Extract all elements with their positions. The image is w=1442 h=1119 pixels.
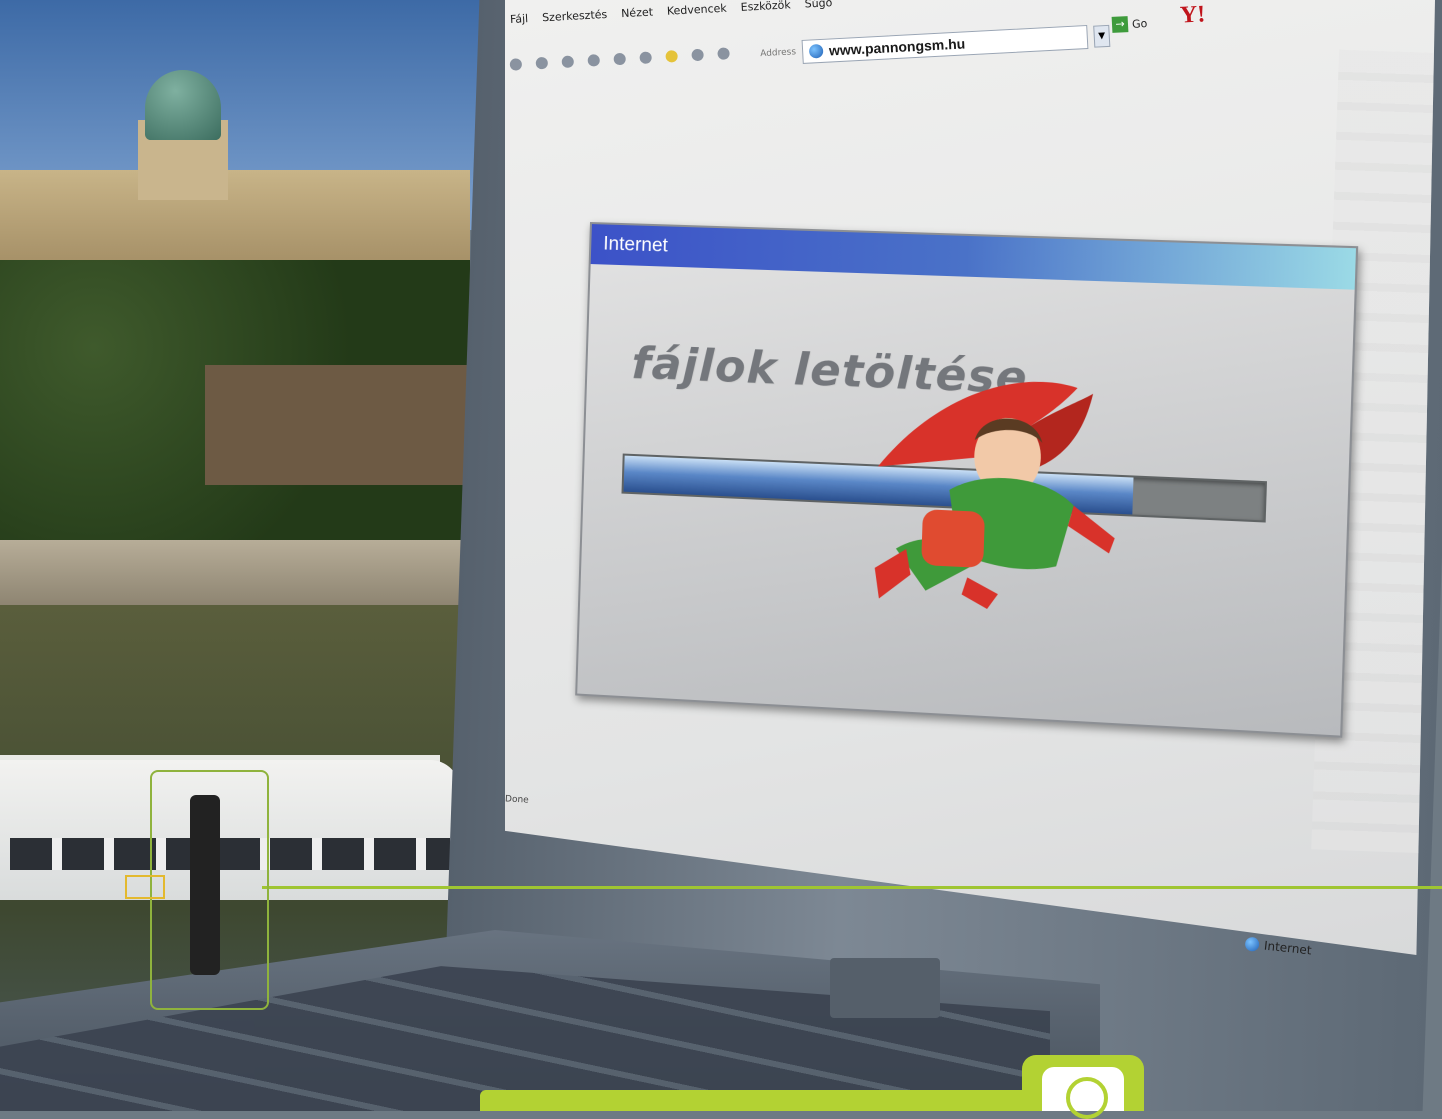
go-arrow-icon: → bbox=[1111, 16, 1129, 33]
home-icon[interactable] bbox=[613, 52, 627, 66]
yellow-highlight-marker bbox=[125, 875, 165, 899]
menu-item-help[interactable]: Súgó bbox=[804, 0, 832, 10]
yahoo-toolbar-logo[interactable]: Y! bbox=[1179, 1, 1206, 29]
menu-item-tools[interactable]: Eszközök bbox=[740, 0, 791, 13]
menu-item-edit[interactable]: Szerkesztés bbox=[542, 7, 608, 23]
menu-item-view[interactable]: Nézet bbox=[621, 5, 653, 20]
green-footer-bar bbox=[480, 1090, 1040, 1111]
stop-icon[interactable] bbox=[561, 55, 575, 69]
address-dropdown[interactable]: ▼ bbox=[1093, 24, 1111, 48]
favorites-icon[interactable] bbox=[665, 50, 678, 63]
go-label: Go bbox=[1131, 16, 1148, 31]
castle-dome bbox=[145, 70, 221, 140]
go-button[interactable]: → Go bbox=[1111, 15, 1148, 33]
menu-item-favorites[interactable]: Kedvencek bbox=[667, 1, 727, 17]
green-accent-line bbox=[262, 886, 1442, 889]
page-icon bbox=[808, 43, 824, 59]
embankment bbox=[0, 540, 470, 610]
green-highlight-frame bbox=[150, 770, 269, 1010]
download-dialog: Internet fájlok letöltése bbox=[575, 222, 1359, 738]
superhero-mascot-icon bbox=[873, 375, 1116, 610]
screen-hinge bbox=[830, 958, 940, 1018]
mail-icon[interactable] bbox=[717, 47, 730, 60]
brand-badge-inner bbox=[1042, 1067, 1124, 1119]
history-icon[interactable] bbox=[691, 48, 704, 62]
refresh-icon[interactable] bbox=[587, 54, 601, 67]
hillside-building bbox=[205, 365, 470, 485]
forward-icon[interactable] bbox=[535, 56, 549, 70]
advertisement-scene: Fájl Szerkesztés Nézet Kedvencek Eszközö… bbox=[0, 0, 1442, 1119]
search-icon[interactable] bbox=[639, 51, 652, 64]
address-label: Address bbox=[759, 47, 797, 60]
back-icon[interactable] bbox=[509, 58, 523, 71]
brand-badge bbox=[1022, 1055, 1144, 1119]
url-text: www.pannongsm.hu bbox=[828, 35, 966, 59]
menu-item-file[interactable]: Fájl bbox=[510, 12, 529, 26]
status-text: Done bbox=[504, 794, 529, 806]
brand-swirl-icon bbox=[1066, 1077, 1108, 1119]
internet-zone-icon bbox=[1244, 936, 1260, 952]
